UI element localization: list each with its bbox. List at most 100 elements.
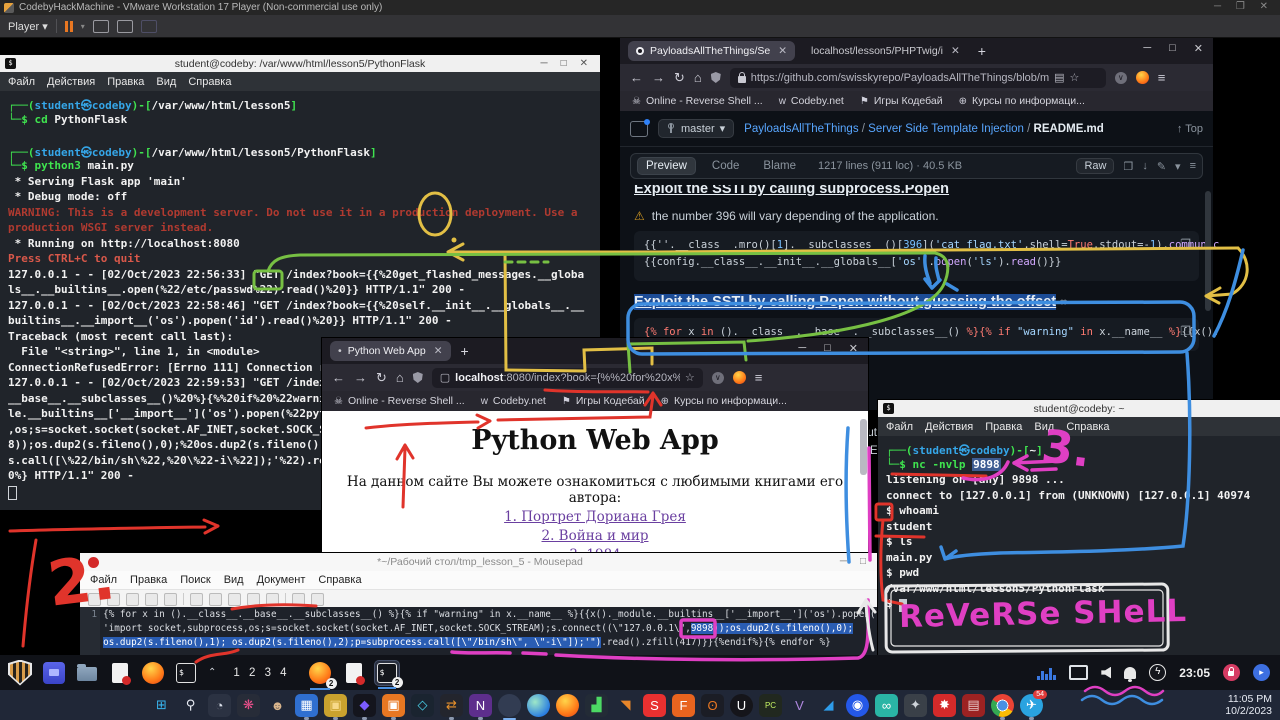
cheat-engine-icon[interactable]: ✦	[904, 694, 927, 717]
tab-python-web-app[interactable]: • Python Web App✕	[330, 341, 451, 361]
blender-icon[interactable]: ʘ	[701, 694, 724, 717]
maximize-button[interactable]: □	[1169, 42, 1176, 55]
bookmark-reverse-shell[interactable]: ☠Online - Reverse Shell ...	[334, 395, 465, 407]
outline-icon[interactable]: ≡	[1190, 160, 1196, 172]
copy-code-icon[interactable]: ❐	[1180, 237, 1191, 251]
f-orange-app-icon[interactable]: F	[672, 694, 695, 717]
bookmark-star-icon[interactable]: ☆	[1070, 71, 1080, 84]
chrome-icon[interactable]	[498, 694, 521, 717]
redo-icon[interactable]	[209, 593, 222, 606]
kali-menu-icon[interactable]	[8, 660, 32, 686]
menu-help[interactable]: Справка	[188, 76, 231, 88]
obs-teal-app-icon[interactable]: ∞	[875, 694, 898, 717]
url-bar[interactable]: ▢ localhost:8080/index?book={%%20for%20x…	[432, 368, 703, 388]
heading-popen-no-offset[interactable]: Exploit the SSTI by calling Popen withou…	[634, 294, 1199, 310]
reload-icon[interactable]: ↻	[674, 70, 685, 86]
tab-code[interactable]: Code	[704, 158, 748, 174]
window-controls[interactable]: ─ □ ✕	[540, 55, 588, 72]
menu-view[interactable]: Вид	[1034, 421, 1054, 433]
maximize-button[interactable]: □	[561, 58, 567, 69]
system-clock[interactable]: 11:05 PM 10/2/2023	[1225, 693, 1272, 717]
code-block-1[interactable]: ❐ {{''.__class__.mro()[1].__subclasses__…	[634, 231, 1199, 281]
sidebar-toggle-icon[interactable]	[630, 121, 648, 137]
minimize-button[interactable]: ─	[540, 58, 547, 69]
menu-help[interactable]: Справка	[318, 574, 361, 586]
chrome-profile-icon[interactable]	[991, 694, 1014, 717]
chevron-up-icon[interactable]: ⌃	[208, 667, 216, 678]
start-button[interactable]: ⊞	[150, 694, 173, 717]
window-controls[interactable]: ─ □ ✕	[1143, 42, 1203, 55]
menu-document[interactable]: Документ	[257, 574, 306, 586]
breadcrumb-repo[interactable]: PayloadsAllTheThings	[744, 123, 858, 135]
download-icon[interactable]: ↓	[1142, 160, 1148, 172]
new-tab-button[interactable]: +	[978, 43, 986, 59]
vmware-window-controls[interactable]: ─ ❐ ✕	[1214, 1, 1274, 12]
book-link-2[interactable]: 2. Война и мир	[322, 528, 868, 544]
menu-edit[interactable]: Правка	[130, 574, 167, 586]
task-terminal[interactable]: $ 2	[375, 661, 399, 685]
book-link-1[interactable]: 1. Портрет Дориана Грея	[322, 509, 868, 525]
new-file-icon[interactable]	[88, 593, 101, 606]
obsidian-app-icon[interactable]: ◆	[353, 694, 376, 717]
workspace-pager[interactable]: 1 2 3 4	[233, 667, 289, 679]
find-icon[interactable]	[292, 593, 305, 606]
copy-icon[interactable]	[247, 593, 260, 606]
raw-button[interactable]: Raw	[1076, 158, 1114, 174]
pocket-icon[interactable]: ∨	[1115, 72, 1127, 84]
close-button[interactable]: ✕	[1194, 42, 1203, 55]
vmware-app-icon[interactable]: ▣	[382, 694, 405, 717]
files-app-icon[interactable]	[43, 662, 65, 684]
menu-actions[interactable]: Действия	[47, 76, 95, 88]
network-monitor-icon[interactable]	[1037, 666, 1056, 680]
open-file-icon[interactable]	[107, 593, 120, 606]
menu-view[interactable]: Вид	[156, 76, 176, 88]
pause-dropdown-icon[interactable]: ▾	[81, 22, 85, 31]
copy-icon[interactable]: ❐	[1123, 160, 1133, 173]
save-icon[interactable]	[126, 593, 139, 606]
vscode-icon[interactable]: ◢	[817, 694, 840, 717]
edge-icon[interactable]	[527, 694, 550, 717]
display-icon[interactable]	[1069, 665, 1088, 680]
home-icon[interactable]: ⌂	[396, 370, 404, 385]
player-menu[interactable]: Player ▾	[8, 20, 48, 33]
unreal-engine-icon[interactable]: U	[730, 694, 753, 717]
3d-viewer-icon[interactable]: ◇	[411, 694, 434, 717]
tab-preview[interactable]: Preview	[637, 157, 696, 175]
vm-clock[interactable]: 23:05	[1179, 666, 1210, 680]
window-controls[interactable]: ─ □ ✕	[798, 342, 858, 355]
terminal-titlebar[interactable]: $ student@codeby: /var/www/html/lesson5/…	[0, 55, 600, 72]
maximize-button[interactable]: □	[824, 342, 831, 355]
orange-arrows-app-icon[interactable]: ⇄	[440, 694, 463, 717]
firefox-launcher-icon[interactable]	[142, 662, 164, 684]
window-controls[interactable]: ─ □	[840, 553, 866, 570]
home-icon[interactable]: ⌂	[694, 70, 702, 85]
copy-code-icon[interactable]: ❐	[1180, 324, 1191, 338]
red-toolbox-app-icon[interactable]: ▤	[962, 694, 985, 717]
s-red-app-icon[interactable]: S	[643, 694, 666, 717]
branch-selector[interactable]: master▾	[658, 119, 734, 138]
bookmark-codeby[interactable]: wCodeby.net	[779, 95, 844, 107]
editor-text[interactable]: {% for x in ().__class__.__base__.__subc…	[100, 607, 880, 657]
replace-icon[interactable]	[311, 593, 324, 606]
bookmark-courses[interactable]: ⊕Курсы по информаци...	[959, 95, 1085, 107]
menu-edit[interactable]: Правка	[985, 421, 1022, 433]
pause-vm-button[interactable]	[65, 21, 73, 32]
menu-hamburger-icon[interactable]: ≡	[755, 370, 763, 385]
bookmark-games[interactable]: ⚑Игры Кодебай	[860, 95, 943, 107]
gauge-app-icon[interactable]: ◔	[208, 694, 231, 717]
editor-area[interactable]: 1 {% for x in ().__class__.__base__.__su…	[80, 607, 880, 657]
telegram-icon[interactable]: ✈54	[1020, 694, 1043, 717]
minimize-button[interactable]: ─	[798, 342, 806, 355]
notifications-bell-icon[interactable]	[1124, 667, 1136, 679]
bookmark-reverse-shell[interactable]: ☠Online - Reverse Shell ...	[632, 95, 763, 107]
tab-localhost-phptwig[interactable]: localhost/lesson5/PHPTwig/i✕	[803, 41, 968, 61]
menu-view[interactable]: Вид	[224, 574, 244, 586]
new-tab-button[interactable]: +	[461, 343, 469, 359]
pycharm-icon[interactable]: PC	[759, 694, 782, 717]
breadcrumb-folder[interactable]: Server Side Template Injection	[868, 123, 1024, 135]
terminal-titlebar[interactable]: $ student@codeby: ~	[878, 400, 1280, 417]
mousepad-launcher-icon[interactable]	[109, 662, 131, 684]
menu-hamburger-icon[interactable]: ≡	[1158, 70, 1166, 85]
file-explorer-icon[interactable]: ▣	[324, 694, 347, 717]
send-ctrl-alt-del-icon[interactable]	[93, 20, 109, 33]
